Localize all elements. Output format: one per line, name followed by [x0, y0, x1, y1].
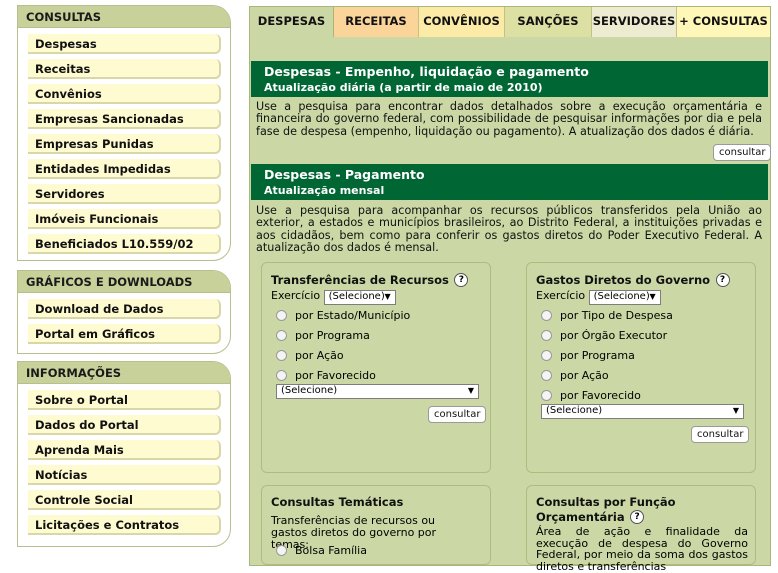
radio-label: por Estado/Município — [295, 309, 411, 322]
transferencias-select[interactable]: (Selecione) ▼ — [276, 384, 479, 399]
tab-sancoes[interactable]: SANÇÕES — [505, 7, 592, 37]
sidebar-item-licitacoes[interactable]: Licitações e Contratos — [28, 515, 221, 535]
sidebar-item-servidores[interactable]: Servidores — [28, 184, 221, 204]
sidebar-consultas-title: CONSULTAS — [18, 6, 230, 28]
empenho-consultar-button[interactable]: consultar — [713, 144, 772, 161]
tematicas-title: Consultas Temáticas — [271, 495, 404, 509]
chevron-down-icon: ▼ — [649, 292, 656, 301]
sidebar-item-beneficiados[interactable]: Beneficiados L10.559/02 — [28, 234, 221, 254]
funcao-description: Área de ação e finalidade da execução de… — [536, 525, 748, 573]
tab-servidores[interactable]: SERVIDORES — [592, 7, 677, 37]
funcao-card: Consultas por Função Orçamentária ? Área… — [526, 485, 756, 572]
tematicas-card: Consultas Temáticas Transferências de re… — [261, 485, 491, 565]
sidebar-item-empresas-sancionadas[interactable]: Empresas Sancionadas — [28, 109, 221, 129]
radio-button[interactable] — [276, 350, 287, 361]
gastos-card: Gastos Diretos do Governo ? Exercício (S… — [526, 262, 756, 473]
sidebar-consultas: CONSULTAS Despesas Receitas Convênios Em… — [17, 5, 231, 261]
pagamento-description: Use a pesquisa para acompanhar os recurs… — [256, 204, 762, 254]
help-icon[interactable]: ? — [715, 273, 730, 287]
funcao-title: Consultas por Função Orçamentária — [536, 495, 676, 524]
sidebar-informacoes: INFORMAÇÕES Sobre o Portal Dados do Port… — [17, 361, 231, 547]
pagamento-header: Despesas - Pagamento Atualização mensal — [251, 164, 768, 200]
sidebar-graficos-title: GRÁFICOS E DOWNLOADS — [18, 271, 230, 293]
exercicio-label: Exercício — [536, 289, 586, 302]
radio-button[interactable] — [276, 545, 287, 556]
exercicio-select-value: (Selecione) — [328, 291, 385, 302]
radio-orgao-executor[interactable]: por Órgão Executor — [541, 329, 667, 345]
tab-receitas[interactable]: RECEITAS — [334, 7, 419, 37]
sidebar-item-entidades-impedidas[interactable]: Entidades Impedidas — [28, 159, 221, 179]
radio-button[interactable] — [541, 330, 552, 341]
gastos-select-value: (Selecione) — [546, 405, 603, 416]
radio-label: por Programa — [295, 329, 370, 342]
empenho-description: Use a pesquisa para encontrar dados deta… — [256, 100, 762, 138]
sidebar-item-dados-portal[interactable]: Dados do Portal — [28, 415, 221, 435]
radio-label: por Órgão Executor — [560, 329, 668, 342]
sidebar-item-despesas[interactable]: Despesas — [28, 34, 221, 54]
radio-estado-municipio[interactable]: por Estado/Município — [276, 309, 410, 325]
sidebar-informacoes-title: INFORMAÇÕES — [18, 362, 230, 384]
radio-programa[interactable]: por Programa — [541, 349, 635, 365]
radio-label: por Favorecido — [295, 369, 376, 382]
exercicio-select-value: (Selecione) — [593, 291, 650, 302]
empenho-subtitle: Atualização diária (a partir de maio de … — [264, 81, 543, 94]
radio-bolsa-familia[interactable]: Bolsa Família — [276, 544, 367, 560]
chevron-down-icon: ▼ — [384, 292, 391, 301]
sidebar-item-controle-social[interactable]: Controle Social — [28, 490, 221, 510]
empenho-title: Despesas - Empenho, liquidação e pagamen… — [264, 64, 589, 79]
radio-acao[interactable]: por Ação — [276, 349, 344, 365]
help-icon[interactable]: ? — [454, 273, 469, 287]
radio-button[interactable] — [276, 370, 287, 381]
sidebar-item-empresas-punidas[interactable]: Empresas Punidas — [28, 134, 221, 154]
radio-button[interactable] — [276, 330, 287, 341]
radio-acao[interactable]: por Ação — [541, 369, 609, 385]
sidebar-item-imoveis-funcionais[interactable]: Imóveis Funcionais — [28, 209, 221, 229]
transferencias-select-value: (Selecione) — [281, 385, 338, 396]
transferencias-card: Transferências de Recursos ? Exercício (… — [261, 262, 491, 473]
radio-favorecido[interactable]: por Favorecido — [541, 389, 641, 405]
radio-label: por Tipo de Despesa — [560, 309, 673, 322]
help-icon[interactable]: ? — [630, 510, 645, 524]
gastos-title: Gastos Diretos do Governo — [536, 273, 711, 287]
pagamento-subtitle: Atualização mensal — [264, 184, 385, 197]
exercicio-select[interactable]: (Selecione) ▼ — [323, 290, 396, 305]
radio-programa[interactable]: por Programa — [276, 329, 370, 345]
transferencias-consultar-button[interactable]: consultar — [428, 406, 487, 423]
radio-label: por Ação — [295, 349, 344, 362]
radio-button[interactable] — [541, 390, 552, 401]
sidebar-item-download-dados[interactable]: Download de Dados — [28, 299, 221, 319]
sidebar-item-receitas[interactable]: Receitas — [28, 59, 221, 79]
sidebar-item-noticias[interactable]: Notícias — [28, 465, 221, 485]
radio-button[interactable] — [276, 310, 287, 321]
radio-label: por Ação — [560, 369, 609, 382]
tab-convenios[interactable]: CONVÊNIOS — [419, 7, 505, 37]
radio-button[interactable] — [541, 310, 552, 321]
sidebar-item-convenios[interactable]: Convênios — [28, 84, 221, 104]
radio-label: Bolsa Família — [295, 544, 367, 557]
gastos-consultar-button[interactable]: consultar — [691, 426, 750, 443]
exercicio-select[interactable]: (Selecione) ▼ — [588, 290, 661, 305]
sidebar-item-portal-graficos[interactable]: Portal em Gráficos — [28, 324, 221, 344]
exercicio-label: Exercício — [271, 289, 321, 302]
radio-tipo-despesa[interactable]: por Tipo de Despesa — [541, 309, 673, 325]
transferencias-title: Transferências de Recursos — [271, 273, 449, 287]
chevron-down-icon: ▼ — [732, 406, 739, 415]
sidebar-item-sobre-portal[interactable]: Sobre o Portal — [28, 390, 221, 410]
radio-label: por Programa — [560, 349, 635, 362]
gastos-select[interactable]: (Selecione) ▼ — [541, 404, 744, 419]
chevron-down-icon: ▼ — [467, 386, 474, 395]
sidebar-item-aprenda-mais[interactable]: Aprenda Mais — [28, 440, 221, 460]
pagamento-title: Despesas - Pagamento — [264, 167, 425, 182]
sidebar-graficos: GRÁFICOS E DOWNLOADS Download de Dados P… — [17, 270, 231, 354]
radio-button[interactable] — [541, 370, 552, 381]
tab-despesas[interactable]: DESPESAS — [250, 7, 334, 37]
radio-button[interactable] — [541, 350, 552, 361]
radio-favorecido[interactable]: por Favorecido — [276, 369, 376, 385]
tab-mais-consultas[interactable]: + CONSULTAS — [677, 7, 770, 37]
empenho-header: Despesas - Empenho, liquidação e pagamen… — [251, 61, 768, 97]
tab-bar: DESPESAS RECEITAS CONVÊNIOS SANÇÕES SERV… — [250, 7, 770, 37]
main-panel: DESPESAS RECEITAS CONVÊNIOS SANÇÕES SERV… — [249, 6, 772, 572]
radio-label: por Favorecido — [560, 389, 641, 402]
